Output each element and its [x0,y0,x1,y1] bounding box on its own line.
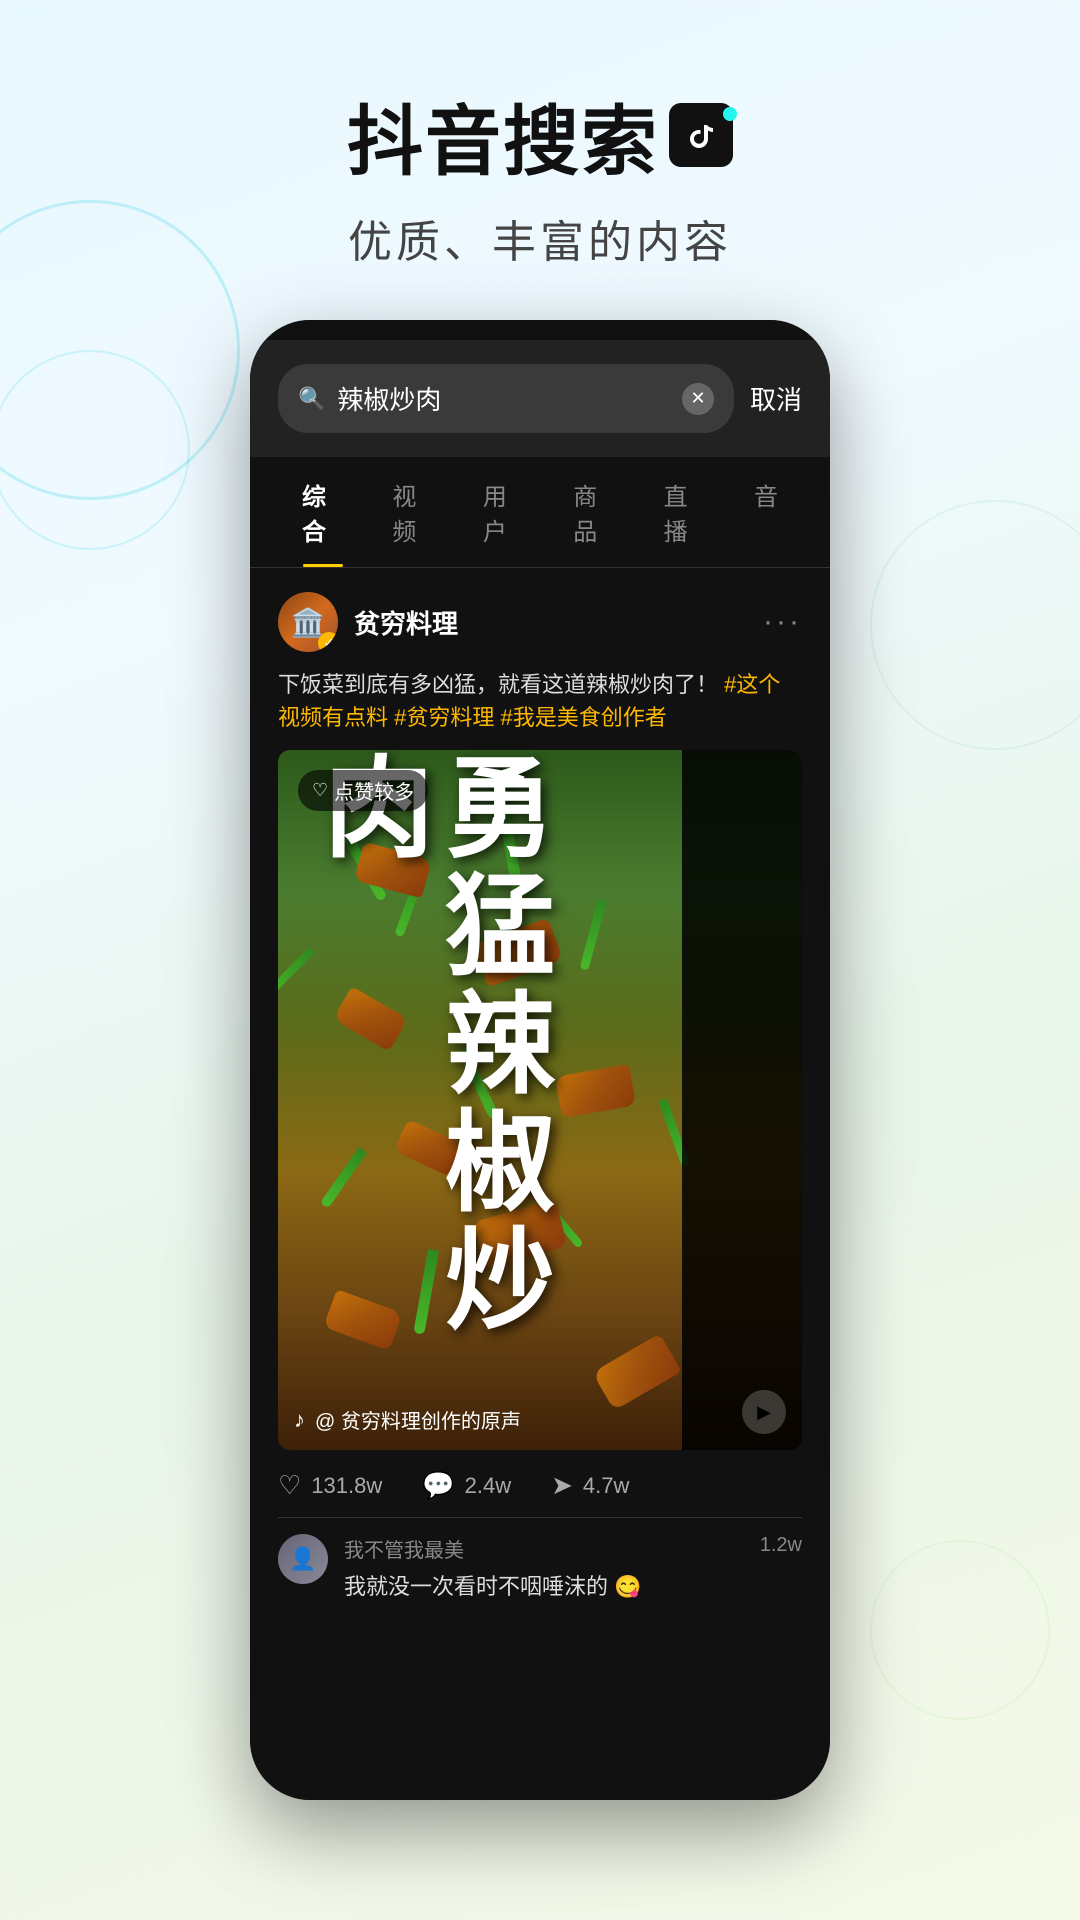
phone-frame: 🔍 辣椒炒肉 ✕ 取消 综合 视频 用户 商品 [250,320,830,1800]
commenter-name: 我不管我最美 [344,1534,642,1563]
post-text: 下饭菜到底有多凶猛，就看这道辣椒炒肉了！ #这个视频有点料 #贫穷料理 #我是美… [278,668,802,734]
video-thumbnail[interactable]: 勇猛辣椒炒肉 ♡ 点赞较多 ♪ @ 贫穷料理创作的原声 ▶ [278,750,802,1450]
likes-badge-text: 点赞较多 [334,776,414,805]
tiktok-logo-icon [669,103,733,167]
video-text-overlay: 勇猛辣椒炒肉 [278,750,802,1450]
post-more-button[interactable]: ··· [763,605,802,639]
comment-preview: 👤 我不管我最美 我就没一次看时不咽唾沫的 😋 1.2w [278,1518,802,1617]
tab-video[interactable]: 视频 [368,457,458,567]
search-clear-button[interactable]: ✕ [682,383,714,415]
audio-text: @ 贫穷料理创作的原声 [315,1405,521,1434]
like-icon: ♡ [278,1470,301,1501]
tab-user[interactable]: 用户 [459,457,549,567]
post-body: 下饭菜到底有多凶猛，就看这道辣椒炒肉了！ [278,672,718,697]
search-query: 辣椒炒肉 [337,380,670,417]
audio-info: ♪ @ 贫穷料理创作的原声 [294,1405,521,1434]
likes-badge: ♡ 点赞较多 [298,770,428,811]
commenter-avatar: 👤 [278,1534,328,1584]
tiktok-note-icon: ♪ [294,1407,305,1433]
app-title: 抖音搜索 [0,80,1080,190]
comment-count: 1.2w [760,1534,802,1557]
video-title-text: 勇猛辣椒炒肉 [308,750,550,1450]
comment-body: 我就没一次看时不咽唾沫的 😋 [344,1569,642,1601]
share-icon: ➤ [551,1470,573,1501]
comments-count[interactable]: 💬 2.4w [422,1470,511,1501]
bg-decoration-2 [0,350,190,550]
search-bar: 🔍 辣椒炒肉 ✕ 取消 [250,340,830,457]
comment-icon: 💬 [422,1470,454,1501]
engagement-bar: ♡ 131.8w 💬 2.4w ➤ 4.7w [278,1450,802,1518]
shares-value: 4.7w [583,1473,629,1499]
comments-value: 2.4w [465,1473,511,1499]
tab-live[interactable]: 直播 [640,457,730,567]
play-button[interactable]: ▶ [742,1390,786,1434]
phone-screen: 🔍 辣椒炒肉 ✕ 取消 综合 视频 用户 商品 [250,320,830,1800]
author-avatar: 🏛️ ✓ [278,592,338,652]
search-results: 🏛️ ✓ 贫穷料理 ··· 下饭菜到底有多凶猛，就看这道辣椒炒肉了！ #这个视频… [250,568,830,1641]
search-tabs: 综合 视频 用户 商品 直播 音 [250,457,830,568]
post-author[interactable]: 🏛️ ✓ 贫穷料理 [278,592,458,652]
bg-decoration-4 [870,1540,1050,1720]
tab-audio[interactable]: 音 [730,457,802,567]
phone-mockup: 🔍 辣椒炒肉 ✕ 取消 综合 视频 用户 商品 [250,320,830,1800]
bg-decoration-3 [870,500,1080,750]
hashtag-3[interactable]: #我是美食创作者 [501,705,667,730]
search-input-area[interactable]: 🔍 辣椒炒肉 ✕ [278,364,734,433]
author-name: 贫穷料理 [354,604,458,641]
search-cancel-button[interactable]: 取消 [750,380,802,417]
tab-product[interactable]: 商品 [549,457,639,567]
shares-count[interactable]: ➤ 4.7w [551,1470,629,1501]
likes-count[interactable]: ♡ 131.8w [278,1470,382,1501]
heart-icon: ♡ [312,780,328,801]
likes-value: 131.8w [311,1473,382,1499]
hashtag-2[interactable]: #贫穷料理 [394,705,494,730]
comment-content: 我不管我最美 我就没一次看时不咽唾沫的 😋 [344,1534,642,1601]
title-text: 抖音搜索 [347,80,659,190]
search-icon: 🔍 [298,386,325,412]
verified-badge: ✓ [318,632,338,652]
post-header: 🏛️ ✓ 贫穷料理 ··· [278,592,802,652]
tab-comprehensive[interactable]: 综合 [278,457,368,567]
